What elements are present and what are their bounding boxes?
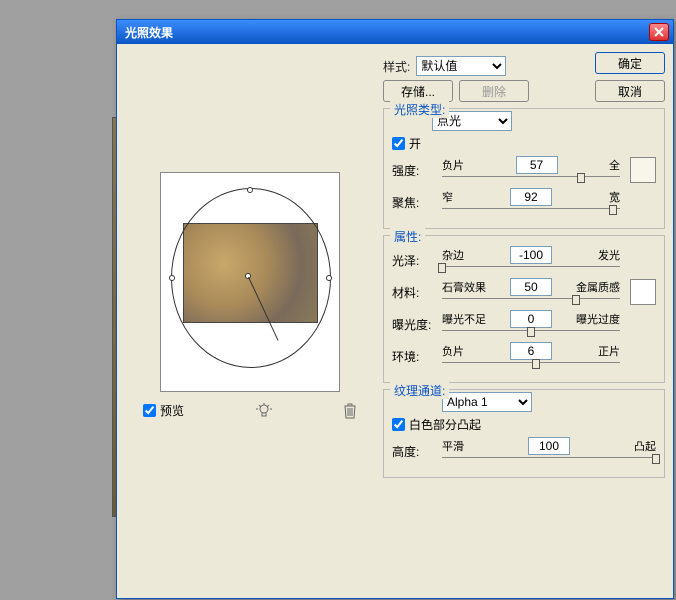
- white-high-input[interactable]: [392, 418, 405, 431]
- material-value[interactable]: [510, 278, 552, 296]
- texture-channel-select[interactable]: Alpha 1: [442, 392, 532, 412]
- height-left: 平滑: [442, 438, 464, 454]
- cancel-button[interactable]: 取消: [595, 80, 665, 102]
- exposure-label: 曝光度:: [392, 316, 436, 333]
- height-label: 高度:: [392, 443, 436, 460]
- light-on-input[interactable]: [392, 137, 405, 150]
- ambient-color-swatch[interactable]: [630, 279, 656, 305]
- new-light-icon[interactable]: [256, 403, 272, 419]
- delete-light-icon[interactable]: [343, 403, 357, 419]
- preview-label: 预览: [160, 402, 184, 419]
- intensity-label: 强度:: [392, 162, 436, 179]
- ambience-value[interactable]: [510, 342, 552, 360]
- gloss-slider[interactable]: [442, 266, 620, 274]
- intensity-right: 全: [609, 157, 620, 173]
- white-high-label: 白色部分凸起: [409, 416, 481, 433]
- close-button[interactable]: [649, 23, 669, 41]
- style-label: 样式:: [383, 58, 410, 75]
- material-slider[interactable]: [442, 298, 620, 306]
- preview-checkbox[interactable]: 预览: [143, 402, 184, 419]
- focus-value[interactable]: [510, 188, 552, 206]
- material-right: 金属质感: [576, 279, 620, 295]
- height-slider[interactable]: [442, 457, 656, 465]
- focus-label: 聚焦:: [392, 194, 436, 211]
- properties-group: 属性: 光泽: 杂边 发光 材料:: [383, 235, 665, 383]
- intensity-left: 负片: [442, 157, 464, 173]
- exposure-slider[interactable]: [442, 330, 620, 338]
- ambience-label: 环境:: [392, 348, 436, 365]
- texture-legend: 纹理通道:: [390, 382, 449, 399]
- ambience-right: 正片: [598, 343, 620, 359]
- height-right: 凸起: [634, 438, 656, 454]
- close-icon: [654, 27, 664, 37]
- ok-button[interactable]: 确定: [595, 52, 665, 74]
- ambience-slider[interactable]: [442, 362, 620, 370]
- material-left: 石膏效果: [442, 279, 486, 295]
- ellipse-handle[interactable]: [247, 187, 253, 193]
- gloss-value[interactable]: [510, 246, 552, 264]
- texture-group: 纹理通道: Alpha 1 白色部分凸起 高度: 平滑: [383, 389, 665, 478]
- delete-button[interactable]: 删除: [459, 80, 529, 102]
- properties-legend: 属性:: [390, 228, 425, 245]
- focus-left: 窄: [442, 189, 453, 205]
- white-high-checkbox[interactable]: 白色部分凸起: [392, 416, 656, 433]
- style-select[interactable]: 默认值: [416, 56, 506, 76]
- light-type-group: 光照类型: 点光 开 强度: 负片 全: [383, 108, 665, 229]
- dialog-title: 光照效果: [125, 24, 649, 41]
- material-label: 材料:: [392, 284, 436, 301]
- intensity-slider[interactable]: [442, 176, 620, 184]
- titlebar[interactable]: 光照效果: [117, 20, 673, 44]
- exposure-value[interactable]: [510, 310, 552, 328]
- gloss-right: 发光: [598, 247, 620, 263]
- light-ellipse[interactable]: [171, 188, 331, 368]
- save-button[interactable]: 存储...: [383, 80, 453, 102]
- ellipse-handle[interactable]: [326, 275, 332, 281]
- ambience-left: 负片: [442, 343, 464, 359]
- exposure-left: 曝光不足: [442, 311, 486, 327]
- light-on-label: 开: [409, 135, 421, 152]
- preview-canvas[interactable]: [160, 172, 340, 392]
- ellipse-handle[interactable]: [169, 275, 175, 281]
- focus-right: 宽: [609, 189, 620, 205]
- gloss-label: 光泽:: [392, 252, 436, 269]
- light-on-checkbox[interactable]: 开: [392, 135, 656, 152]
- preview-check-input[interactable]: [143, 404, 156, 417]
- intensity-value[interactable]: [516, 156, 558, 174]
- exposure-right: 曝光过度: [576, 311, 620, 327]
- lighting-effects-dialog: 光照效果 预览: [116, 19, 674, 599]
- height-value[interactable]: [528, 437, 570, 455]
- gloss-left: 杂边: [442, 247, 464, 263]
- light-color-swatch[interactable]: [630, 157, 656, 183]
- light-type-legend: 光照类型:: [390, 101, 449, 118]
- focus-slider[interactable]: [442, 208, 620, 216]
